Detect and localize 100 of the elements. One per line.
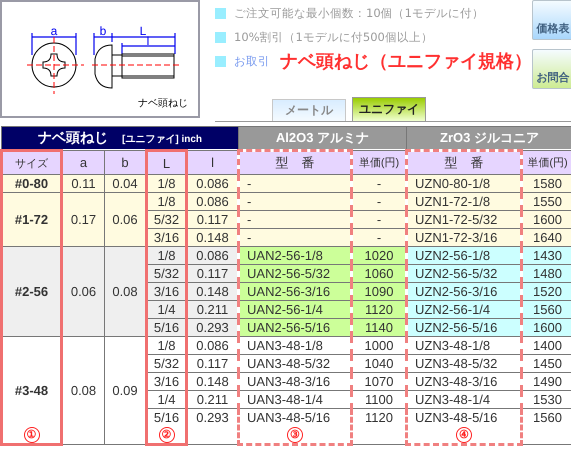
table-cell: 0.06 bbox=[104, 192, 146, 246]
model-number-cell: UZN1-72-3/16 bbox=[406, 228, 522, 246]
price-cell: 1140 bbox=[352, 318, 407, 336]
model-number-cell: UZN2-56-5/32 bbox=[406, 264, 522, 282]
table-cell: 0.17 bbox=[62, 192, 104, 246]
material-header: ZrO3 ジルコニア bbox=[406, 126, 571, 150]
table-cell: 3/16 bbox=[146, 282, 186, 300]
dimension-label: b bbox=[100, 24, 106, 38]
table-cell: 0.086 bbox=[186, 336, 239, 354]
model-number-cell: UZN3-48-5/32 bbox=[406, 354, 522, 372]
table-cell: 1/8 bbox=[146, 192, 186, 210]
table-cell: 5/16 bbox=[154, 410, 180, 425]
price-cell: 1640 bbox=[522, 228, 571, 246]
price-cell: - bbox=[352, 192, 407, 210]
column-header: b bbox=[104, 150, 146, 174]
price-cell: 1400 bbox=[522, 336, 571, 354]
price-cell: 1450 bbox=[522, 354, 571, 372]
unit-label: [ユニファイ] inch bbox=[122, 134, 202, 145]
model-number-cell: UZN0-80-1/8 bbox=[406, 174, 522, 192]
price-cell: 1060 bbox=[352, 264, 407, 282]
table-cell: 1/8 bbox=[146, 246, 186, 264]
table-cell: 3/16 bbox=[146, 372, 186, 390]
model-number-cell: UAN3-48-5/16 bbox=[247, 410, 330, 425]
price-cell: 1580 bbox=[522, 174, 571, 192]
table-cell: 0.211 bbox=[186, 390, 239, 408]
table-cell: 0.117 bbox=[186, 354, 239, 372]
price-cell: 1520 bbox=[522, 282, 571, 300]
model-number-cell: UZN3-48-1/4 bbox=[406, 390, 522, 408]
price-cell: 1600 bbox=[522, 210, 571, 228]
side-button[interactable]: お問合 bbox=[532, 49, 571, 89]
column-header: 単価(円) bbox=[522, 150, 571, 174]
link[interactable]: お取引 bbox=[234, 54, 270, 68]
number-badge: ② bbox=[158, 427, 174, 443]
model-number-cell: UZN2-56-3/16 bbox=[406, 282, 522, 300]
model-number-cell: UZN3-48-1/8 bbox=[406, 336, 522, 354]
price-cell: 1120 bbox=[352, 300, 407, 318]
price-cell: 1120 bbox=[352, 408, 407, 444]
table-cell: 5/16 bbox=[146, 318, 186, 336]
price-cell: 1560 bbox=[522, 300, 571, 318]
table-cell: 0.117 bbox=[186, 210, 239, 228]
table-cell: 0.11 bbox=[62, 174, 104, 192]
price-cell: 1090 bbox=[352, 282, 407, 300]
tab[interactable]: ユニファイ bbox=[352, 97, 426, 121]
model-number-cell: UZN3-48-5/16 bbox=[415, 410, 498, 425]
tab[interactable]: メートル bbox=[272, 99, 346, 121]
number-badge: ④ bbox=[456, 427, 472, 443]
number-badge: ③ bbox=[287, 427, 304, 443]
model-number-cell: UZN2-56-5/16 bbox=[406, 318, 522, 336]
price-cell: 1100 bbox=[352, 390, 407, 408]
price-cell: - bbox=[352, 174, 407, 192]
model-number-cell: UAN2-56-3/16 bbox=[238, 282, 352, 300]
table-cell: 0.148 bbox=[186, 372, 239, 390]
number-badge: ① bbox=[24, 427, 40, 443]
model-number-cell: UAN3-48-5/32 bbox=[238, 354, 352, 372]
table-cell: 0.09 bbox=[104, 336, 146, 444]
dimension-label: L bbox=[140, 24, 146, 38]
price-cell: 1070 bbox=[352, 372, 407, 390]
model-number-cell: UZN1-72-1/8 bbox=[406, 192, 522, 210]
price-cell: 1430 bbox=[522, 246, 571, 264]
table-cell: 0.04 bbox=[104, 174, 146, 192]
size-cell: #1-72 bbox=[2, 192, 62, 246]
price-cell: 1040 bbox=[352, 354, 407, 372]
size-cell: #0-80 bbox=[2, 174, 62, 192]
bullet-icon bbox=[215, 56, 226, 66]
model-number-cell: UAN2-56-1/8 bbox=[238, 246, 352, 264]
table-cell: 1/8 bbox=[146, 174, 186, 192]
model-number-cell: - bbox=[238, 192, 352, 210]
column-header: サイズ bbox=[2, 150, 62, 174]
table-cell: 0.08 bbox=[104, 246, 146, 336]
notice-text: ご注文可能な最小個数：10個（1モデルに付） bbox=[234, 6, 484, 20]
table-cell: 5/32 bbox=[146, 264, 186, 282]
table-cell: 1/8 bbox=[146, 336, 186, 354]
model-number-cell: UAN2-56-1/4 bbox=[238, 300, 352, 318]
model-number-cell: UZN2-56-1/8 bbox=[406, 246, 522, 264]
table-cell: 0.086 bbox=[186, 174, 239, 192]
column-header: a bbox=[62, 150, 104, 174]
price-cell: 1000 bbox=[352, 336, 407, 354]
column-header: l bbox=[186, 150, 239, 174]
side-button[interactable]: 価格表 bbox=[532, 0, 571, 40]
model-number-cell: UZN1-72-5/32 bbox=[406, 210, 522, 228]
table-cell: 0.293 bbox=[186, 408, 239, 444]
size-cell: #3-48 bbox=[14, 382, 48, 398]
model-number-cell: UAN2-56-5/16 bbox=[238, 318, 352, 336]
table-cell: 0.06 bbox=[62, 246, 104, 336]
price-cell: 1550 bbox=[522, 192, 571, 210]
column-header: 型 番 bbox=[406, 150, 522, 174]
price-cell: - bbox=[352, 228, 407, 246]
table-cell: 1/4 bbox=[146, 390, 186, 408]
bullet-icon bbox=[215, 8, 226, 18]
table-cell: 0.211 bbox=[186, 300, 239, 318]
material-header: Al2O3 アルミナ bbox=[238, 126, 407, 150]
price-cell: 1560 bbox=[522, 408, 571, 444]
table-cell: 5/32 bbox=[146, 210, 186, 228]
table-cell: 0.086 bbox=[186, 246, 239, 264]
price-cell: 1600 bbox=[522, 318, 571, 336]
table-cell: 0.293 bbox=[186, 318, 239, 336]
price-cell: - bbox=[352, 210, 407, 228]
table-cell: 0.148 bbox=[186, 228, 239, 246]
model-number-cell: - bbox=[238, 228, 352, 246]
model-number-cell: UAN3-48-1/8 bbox=[238, 336, 352, 354]
